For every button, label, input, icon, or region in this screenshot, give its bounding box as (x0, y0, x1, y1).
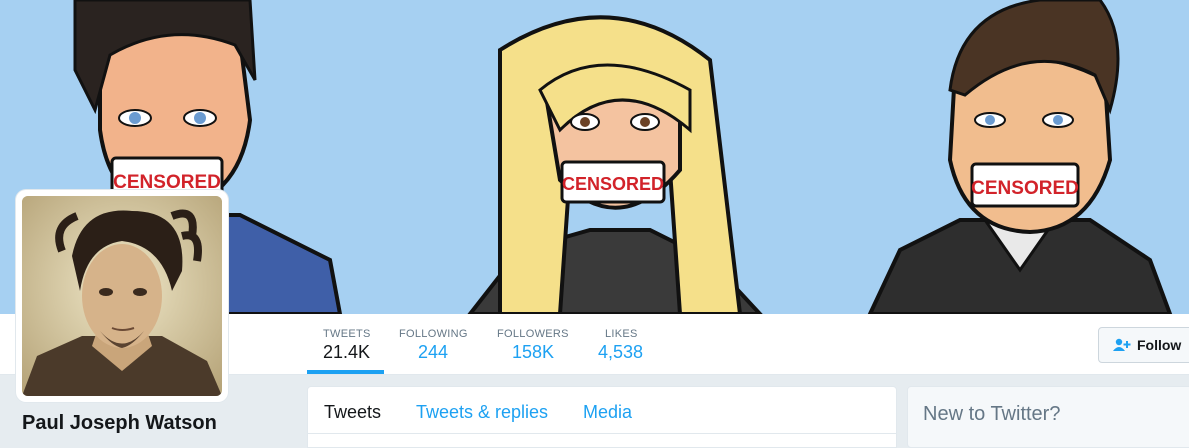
tab-tweets-and-replies[interactable]: Tweets & replies (416, 402, 548, 423)
timeline-divider (308, 433, 896, 434)
tab-media[interactable]: Media (583, 402, 632, 423)
stat-likes-value: 4,538 (598, 342, 644, 362)
stat-following[interactable]: FOLLOWING 244 (383, 314, 481, 374)
stat-followers-value: 158K (512, 342, 555, 362)
stat-likes[interactable]: LIKES 4,538 (582, 314, 662, 374)
follow-button[interactable]: Follow (1098, 327, 1189, 363)
avatar[interactable] (16, 190, 228, 402)
add-user-icon (1113, 338, 1131, 355)
signup-title: New to Twitter? (923, 403, 1061, 425)
censored-label-middle: CENSORED (562, 174, 664, 194)
stat-following-label: FOLLOWING (399, 328, 468, 340)
tab-tweets[interactable]: Tweets (324, 402, 381, 423)
signup-module: New to Twitter? (907, 386, 1189, 448)
stat-tweets-label: TWEETS (323, 328, 371, 340)
follow-button-label: Follow (1137, 337, 1182, 353)
timeline-card: Tweets Tweets & replies Media (307, 386, 897, 448)
avatar-photo (22, 196, 222, 396)
banner-figure-right (867, 0, 1173, 314)
stat-followers[interactable]: FOLLOWERS 158K (481, 314, 587, 374)
profile-name: Paul Joseph Watson (22, 412, 217, 434)
stat-likes-label: LIKES (605, 328, 638, 340)
stat-following-value: 244 (418, 342, 449, 362)
stat-tweets[interactable]: TWEETS 21.4K (307, 314, 384, 374)
stat-tweets-value: 21.4K (323, 342, 371, 362)
stat-followers-label: FOLLOWERS (497, 328, 569, 340)
censored-label-right: CENSORED (971, 178, 1079, 199)
